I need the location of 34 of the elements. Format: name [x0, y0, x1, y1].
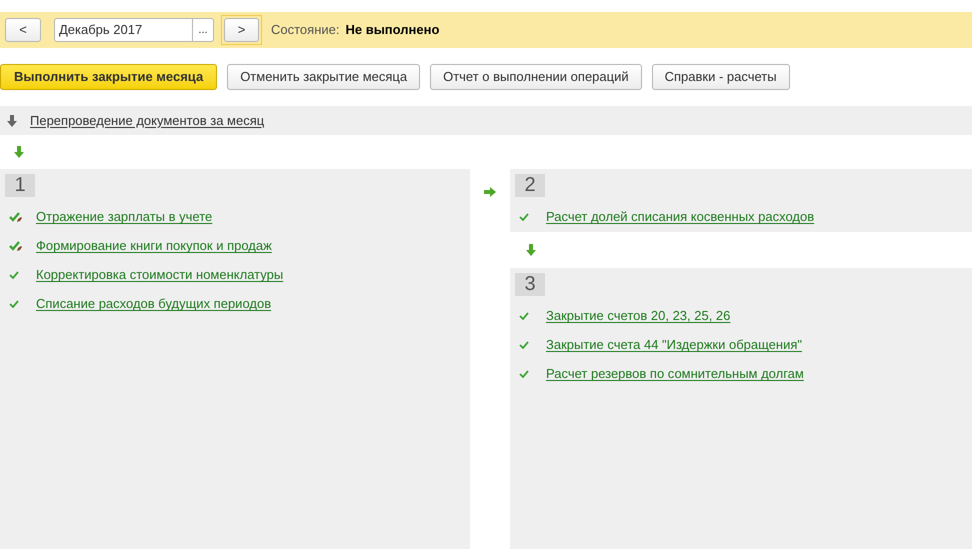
stage-number: 2	[515, 174, 545, 197]
check-icon	[9, 271, 19, 279]
operation-link[interactable]: Списание расходов будущих периодов	[36, 294, 272, 314]
action-button[interactable]: Выполнить закрытие месяца	[0, 64, 218, 90]
repost-link[interactable]: Перепроведение документов за месяц	[30, 110, 264, 130]
operation-link[interactable]: Закрытие счетов 20, 23, 25, 26	[546, 306, 730, 326]
state-label: Состояние:	[271, 21, 340, 40]
check-icon	[9, 300, 19, 308]
action-button[interactable]: Отчет о выполнении операций	[430, 64, 642, 90]
check-icon	[519, 312, 529, 320]
operation-link[interactable]: Формирование книги покупок и продаж	[36, 236, 272, 256]
operation-link[interactable]: Закрытие счета 44 "Издержки обращения"	[546, 335, 802, 355]
action-button[interactable]: Отменить закрытие месяца	[227, 64, 420, 90]
check-pencil-icon	[9, 211, 23, 223]
action-button[interactable]: Справки - расчеты	[652, 64, 790, 90]
check-icon	[519, 213, 529, 221]
operation-link[interactable]: Расчет долей списания косвенных расходов	[546, 207, 814, 227]
check-icon	[519, 341, 529, 349]
operation-link[interactable]: Отражение зарплаты в учете	[36, 207, 212, 227]
select-button[interactable]: ...	[192, 19, 213, 41]
operation-link[interactable]: Расчет резервов по сомнительным долгам	[546, 364, 804, 384]
period-field[interactable]: Декабрь 2017 ...	[54, 18, 214, 42]
down-arrow-icon	[526, 244, 536, 256]
right-arrow-icon	[484, 187, 496, 197]
previous-button[interactable]: <	[5, 18, 41, 42]
operation-link[interactable]: Корректировка стоимости номенклатуры	[36, 265, 284, 285]
down-arrow-icon	[7, 114, 17, 126]
down-arrow-icon	[14, 146, 24, 158]
next-button[interactable]: >	[224, 18, 259, 42]
stage-number: 1	[5, 174, 35, 197]
check-pencil-icon	[9, 240, 23, 252]
stage-number: 3	[515, 273, 545, 296]
check-icon	[519, 370, 529, 378]
state-value: Не выполнено	[345, 21, 440, 40]
